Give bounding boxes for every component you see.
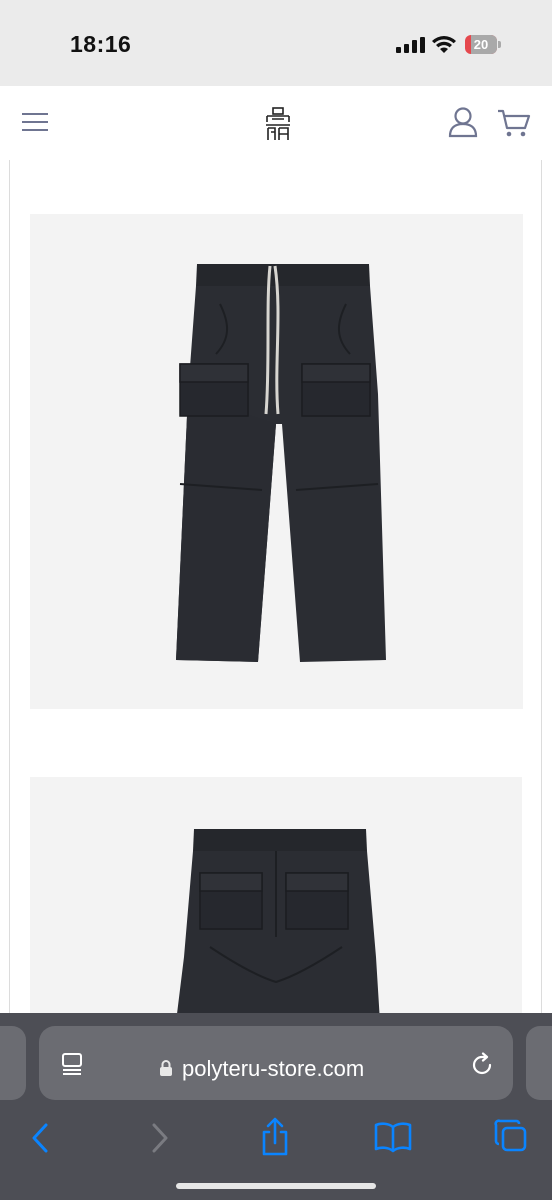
battery-level: 20	[473, 37, 489, 52]
page-menu-icon[interactable]	[61, 1052, 85, 1076]
reload-icon[interactable]	[469, 1052, 495, 1078]
previous-tab-preview[interactable]	[0, 1026, 26, 1100]
site-header	[0, 86, 552, 160]
cargo-pants-back-icon	[176, 829, 380, 1022]
cellular-signal-icon	[396, 37, 425, 53]
product-image-front[interactable]	[30, 214, 523, 709]
browser-bottom-bar: polyteru-store.com	[0, 1013, 552, 1200]
tabs-icon[interactable]	[494, 1119, 528, 1153]
account-icon[interactable]	[448, 106, 478, 138]
status-bar: 18:16 20	[0, 0, 552, 86]
menu-icon[interactable]	[22, 111, 48, 133]
share-icon[interactable]	[258, 1117, 292, 1157]
page-border-left	[9, 160, 10, 1020]
cart-icon[interactable]	[497, 108, 531, 138]
product-image-back[interactable]	[30, 777, 522, 1022]
address-bar[interactable]: polyteru-store.com	[39, 1026, 513, 1100]
battery-icon: 20	[465, 35, 501, 54]
forward-icon[interactable]	[148, 1121, 172, 1155]
wifi-icon	[432, 36, 456, 53]
next-tab-preview[interactable]	[526, 1026, 552, 1100]
page-border-right	[541, 160, 542, 1020]
logo[interactable]	[263, 106, 293, 142]
cargo-pants-front-icon	[176, 264, 386, 662]
bookmarks-icon[interactable]	[374, 1121, 412, 1153]
home-indicator	[176, 1183, 376, 1189]
back-icon[interactable]	[28, 1121, 52, 1155]
url-text[interactable]: polyteru-store.com	[182, 1056, 364, 1082]
status-time: 18:16	[70, 31, 132, 57]
lock-icon	[160, 1060, 172, 1076]
